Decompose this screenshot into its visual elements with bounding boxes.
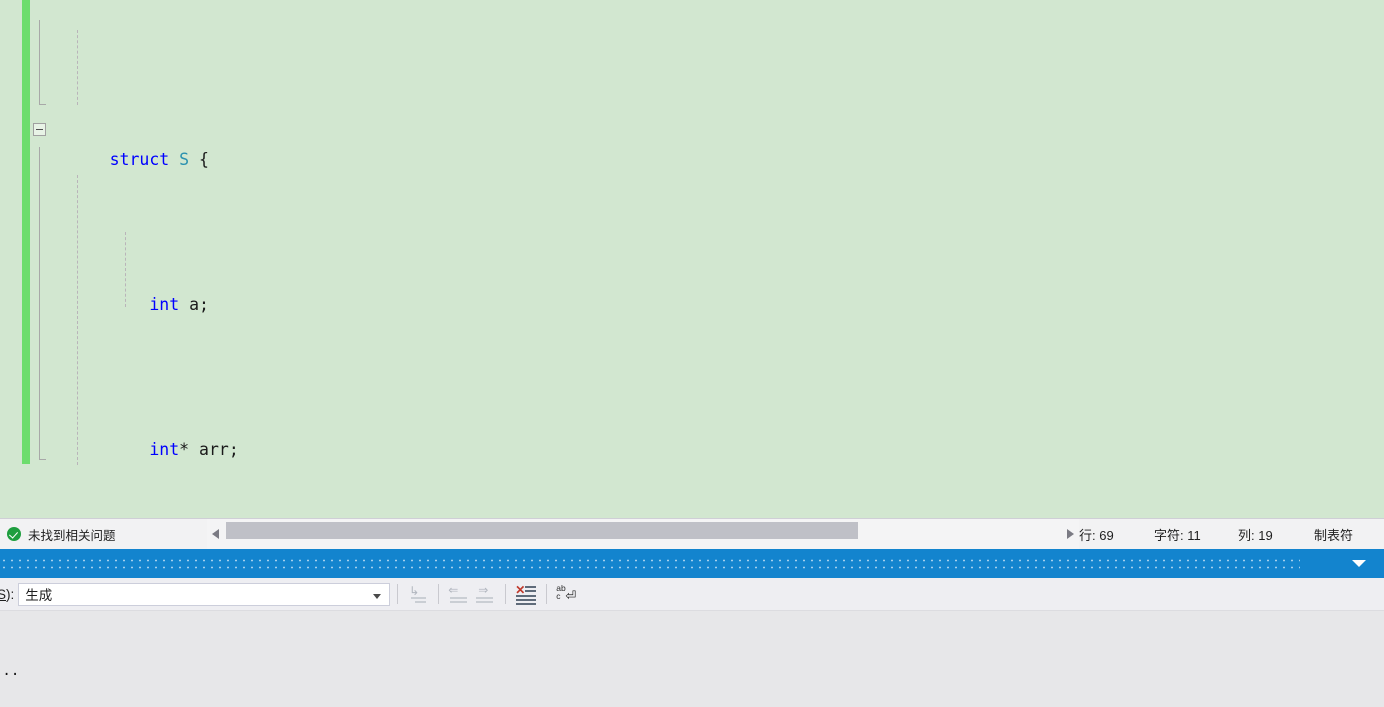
caret-position-group: 行: 69 字符: 11 列: 19 制表符 C <box>1079 525 1384 544</box>
output-window-titlebar[interactable] <box>0 549 1384 578</box>
code-lines[interactable]: struct S { int a; int* arr; }; int main(… <box>0 0 1384 518</box>
go-to-next-message-button[interactable]: ⇒ <box>472 582 498 606</box>
go-to-previous-message-button[interactable]: ⇐ <box>446 582 472 606</box>
toolbar-separator <box>546 584 548 604</box>
status-char-number: 字符: 11 <box>1154 527 1201 543</box>
output-text-area[interactable]: ··· 已启动生成： 项目: test_1_06, 配置: Debug Win3… <box>0 611 1384 707</box>
token-type: S <box>179 150 190 169</box>
code-line[interactable]: struct S { <box>0 116 1384 169</box>
error-status[interactable]: 未找到相关问题 <box>0 525 207 544</box>
go-to-source-icon: ↳ <box>409 584 420 598</box>
toolbar-separator <box>505 584 507 604</box>
toolbar-separator <box>438 584 440 604</box>
go-to-message-source-button[interactable]: ↳ <box>405 582 431 606</box>
toggle-word-wrap-button[interactable]: ab c ⏎ <box>554 582 580 606</box>
fold-toggle-icon[interactable] <box>33 123 46 136</box>
token-keyword: int <box>149 440 180 459</box>
check-circle-icon <box>7 527 21 541</box>
output-window[interactable]: S): 生成 ↳ ⇐ ⇒ ✕ ab c ⏎ ·· <box>0 549 1384 707</box>
output-toolbar[interactable]: S): 生成 ↳ ⇐ ⇒ ✕ ab c ⏎ <box>0 578 1384 611</box>
error-status-label: 未找到相关问题 <box>28 528 116 543</box>
clear-all-red-x-icon: ✕ <box>515 583 526 597</box>
scrollbar-thumb[interactable] <box>226 522 858 539</box>
horizontal-scrollbar[interactable] <box>207 519 1079 549</box>
output-source-value: 生成 <box>25 588 53 603</box>
chevron-down-icon[interactable] <box>1352 560 1366 567</box>
scroll-right-arrow-icon[interactable] <box>1062 519 1079 549</box>
titlebar-gripper <box>0 557 1300 570</box>
arrow-right-lines-icon: ⇒ <box>478 583 489 597</box>
clear-all-button[interactable]: ✕ <box>513 582 539 606</box>
output-line: ··· <box>0 667 20 683</box>
code-editor[interactable]: struct S { int a; int* arr; }; int main(… <box>0 0 1384 518</box>
scroll-left-arrow-icon[interactable] <box>207 519 224 549</box>
status-line-number: 行: 69 <box>1079 527 1114 543</box>
output-source-combobox[interactable]: 生成 <box>18 582 391 606</box>
token-keyword: struct <box>109 150 170 169</box>
status-tab-mode: 制表符 <box>1314 527 1354 543</box>
scrollbar-track[interactable] <box>224 519 1062 549</box>
token-keyword: int <box>149 295 180 314</box>
code-line[interactable]: int* arr; <box>0 406 1384 459</box>
toolbar-separator <box>397 584 399 604</box>
editor-status-bar: 未找到相关问题 行: 69 字符: 11 列: 19 制表符 C <box>0 518 1384 550</box>
chevron-down-icon[interactable] <box>373 593 382 599</box>
status-column-number: 列: 19 <box>1238 527 1273 543</box>
source-label: S): <box>0 587 14 602</box>
arrow-left-lines-icon: ⇐ <box>448 583 459 597</box>
source-label-suffix: ): <box>6 586 15 602</box>
code-line[interactable]: int a; <box>0 261 1384 314</box>
wrap-arrow-icon: ⏎ <box>565 588 577 603</box>
